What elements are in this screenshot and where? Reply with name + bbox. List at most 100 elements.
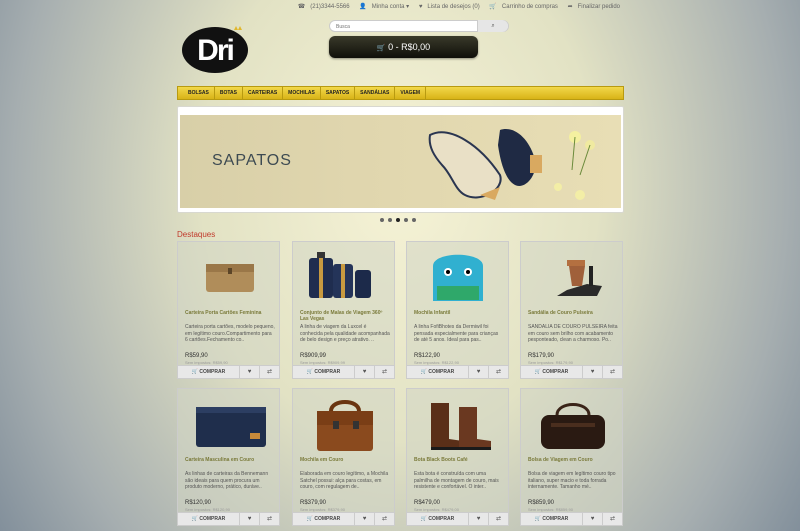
wishlist-label: Lista de desejos (0) — [427, 4, 480, 10]
boots-icon[interactable] — [413, 393, 503, 455]
top-bar: ☎ (21)3344-5566 👤 Minha conta ▾ ♥ Lista de … — [0, 0, 800, 12]
wishlist-button[interactable]: ♥ — [355, 513, 375, 525]
phone-link[interactable]: ☎ (21)3344-5566 — [294, 4, 350, 10]
compare-button[interactable]: ⇄ — [260, 513, 279, 525]
buy-label: COMPRAR — [199, 369, 226, 375]
cart-icon: 🛒 — [420, 369, 427, 375]
search-icon: ⌕ — [491, 23, 495, 29]
nav-item-botas[interactable]: BOTAS — [215, 87, 243, 99]
cart-icon: 🛒 — [420, 516, 427, 522]
men-wallet-icon[interactable] — [184, 393, 274, 455]
wishlist-button[interactable]: ♥ — [469, 513, 489, 525]
carousel-dot[interactable] — [380, 218, 384, 222]
compare-button[interactable]: ⇄ — [375, 513, 394, 525]
product-card[interactable]: Bota Black Boots Café Esta bota é constr… — [406, 388, 509, 526]
wishlist-button[interactable]: ♥ — [240, 513, 260, 525]
wishlist-button[interactable]: ♥ — [355, 366, 375, 378]
product-description: Elaborada em couro legítimo, a Mochila S… — [300, 471, 389, 490]
wishlist-link[interactable]: ♥ Lista de desejos (0) — [415, 4, 480, 10]
wallet-icon[interactable] — [184, 246, 274, 308]
compare-icon: ⇄ — [609, 369, 616, 375]
buy-label: COMPRAR — [428, 516, 455, 522]
heart-icon: ♥ — [590, 369, 595, 375]
site-logo[interactable]: Dri — [181, 24, 249, 74]
carousel-dot[interactable] — [388, 218, 392, 222]
carousel-dots — [380, 218, 416, 222]
product-card[interactable]: Mochila em Couro Elaborada em couro legí… — [292, 388, 395, 526]
nav-item-sandalias[interactable]: SANDÁLIAS — [355, 87, 396, 99]
product-name[interactable]: Bolsa de Viagem em Couro — [528, 457, 618, 463]
nav-item-viagem[interactable]: VIAGEM — [395, 87, 427, 99]
product-name[interactable]: Carteira Porta Cartões Feminina — [185, 310, 275, 316]
search-button[interactable]: ⌕ — [477, 20, 508, 32]
cart-link[interactable]: 🛒 Carrinho de compras — [485, 4, 558, 10]
buy-button[interactable]: 🛒 COMPRAR — [521, 366, 583, 378]
checkout-link[interactable]: ➦ Finalizar pedido — [564, 4, 620, 10]
product-price: R$909,99 — [300, 353, 327, 359]
compare-button[interactable]: ⇄ — [260, 366, 279, 378]
compare-button[interactable]: ⇄ — [603, 513, 622, 525]
cart-button[interactable]: 🛒 0 - R$0,00 — [329, 36, 478, 58]
compare-button[interactable]: ⇄ — [489, 513, 508, 525]
cart-icon: 🛒 — [376, 45, 386, 52]
nav-item-bolsas[interactable]: BOLSAS — [178, 87, 215, 99]
nav-item-sapatos[interactable]: SAPATOS — [321, 87, 356, 99]
product-card[interactable]: Mochila Infantil A linha FofiBhotes da D… — [406, 241, 509, 379]
sandal-icon[interactable] — [527, 246, 617, 308]
product-actions: 🛒 COMPRAR ♥ ⇄ — [521, 365, 622, 378]
compare-icon: ⇄ — [381, 516, 388, 522]
carousel-dot[interactable] — [412, 218, 416, 222]
buy-button[interactable]: 🛒 COMPRAR — [407, 513, 469, 525]
product-actions: 🛒 COMPRAR ♥ ⇄ — [178, 365, 279, 378]
heart-icon: ♥ — [247, 369, 252, 375]
cart-icon: 🛒 — [534, 369, 541, 375]
product-actions: 🛒 COMPRAR ♥ ⇄ — [178, 512, 279, 525]
compare-button[interactable]: ⇄ — [375, 366, 394, 378]
compare-icon: ⇄ — [266, 516, 273, 522]
luggage-icon[interactable] — [299, 246, 389, 308]
carousel-dot-active[interactable] — [396, 218, 400, 222]
section-title: Destaques — [177, 230, 216, 239]
compare-icon: ⇄ — [381, 369, 388, 375]
product-name[interactable]: Carteira Masculina em Couro — [185, 457, 275, 463]
hero-banner[interactable]: SAPATOS — [177, 106, 624, 213]
buy-button[interactable]: 🛒 COMPRAR — [407, 366, 469, 378]
product-card[interactable]: Bolsa de Viagem em Couro Bolsa de viagem… — [520, 388, 623, 526]
buy-button[interactable]: 🛒 COMPRAR — [521, 513, 583, 525]
product-name[interactable]: Sandália de Couro Pulseira — [528, 310, 618, 316]
logo-icon: Dri — [182, 26, 248, 73]
product-name[interactable]: Bota Black Boots Café — [414, 457, 504, 463]
account-link[interactable]: 👤 Minha conta ▾ — [355, 4, 409, 10]
product-card[interactable]: Carteira Porta Cartões Feminina Carteira… — [177, 241, 280, 379]
compare-button[interactable]: ⇄ — [603, 366, 622, 378]
kids-backpack-icon[interactable] — [413, 246, 503, 308]
product-card[interactable]: Carteira Masculina em Couro As linhas de… — [177, 388, 280, 526]
product-card[interactable]: Sandália de Couro Pulseira SANDÁLIA DE C… — [520, 241, 623, 379]
product-description: Bolsa de viagem em legítimo couro tipo i… — [528, 471, 616, 490]
product-card[interactable]: Conjunto de Malas de Viagem 360º Las Veg… — [292, 241, 395, 379]
nav-item-mochilas[interactable]: MOCHILAS — [283, 87, 321, 99]
cart-icon: 🛒 — [534, 516, 541, 522]
cart-icon: 🛒 — [489, 4, 497, 10]
product-name[interactable]: Mochila em Couro — [300, 457, 390, 463]
product-name[interactable]: Conjunto de Malas de Viagem 360º Las Veg… — [300, 310, 390, 322]
satchel-icon[interactable] — [299, 393, 389, 455]
product-price: R$479,00 — [414, 500, 441, 506]
product-actions: 🛒 COMPRAR ♥ ⇄ — [293, 365, 394, 378]
heart-icon: ♥ — [590, 516, 595, 522]
product-name[interactable]: Mochila Infantil — [414, 310, 504, 316]
travel-bag-icon[interactable] — [527, 393, 617, 455]
nav-item-carteiras[interactable]: CARTEIRAS — [243, 87, 284, 99]
search-input[interactable] — [336, 22, 466, 31]
wishlist-button[interactable]: ♥ — [583, 366, 603, 378]
account-label: Minha conta — [371, 4, 405, 10]
buy-button[interactable]: 🛒 COMPRAR — [178, 366, 240, 378]
buy-button[interactable]: 🛒 COMPRAR — [178, 513, 240, 525]
wishlist-button[interactable]: ♥ — [583, 513, 603, 525]
compare-button[interactable]: ⇄ — [489, 366, 508, 378]
carousel-dot[interactable] — [404, 218, 408, 222]
buy-button[interactable]: 🛒 COMPRAR — [293, 366, 355, 378]
wishlist-button[interactable]: ♥ — [240, 366, 260, 378]
wishlist-button[interactable]: ♥ — [469, 366, 489, 378]
buy-button[interactable]: 🛒 COMPRAR — [293, 513, 355, 525]
